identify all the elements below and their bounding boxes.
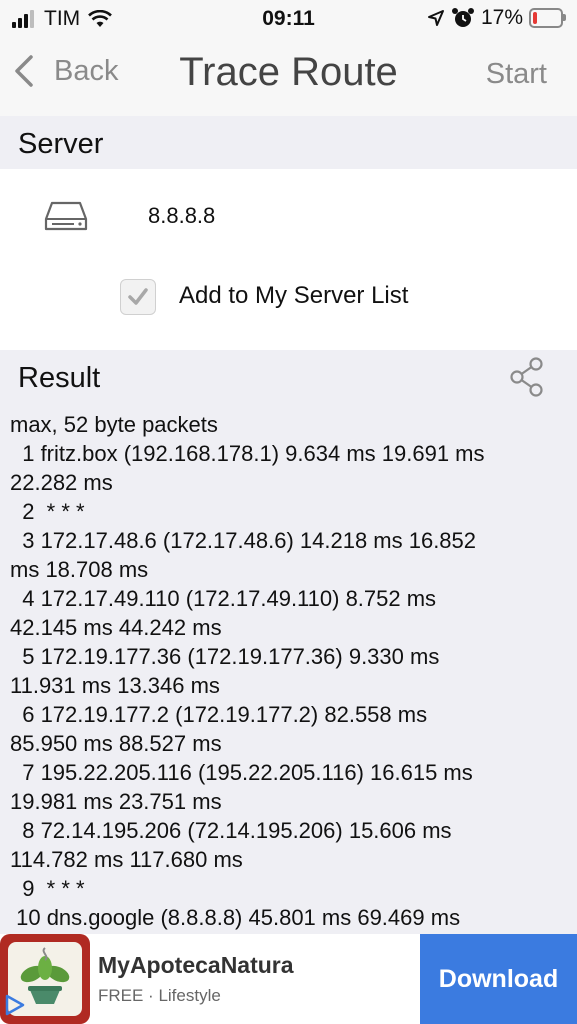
result-section-header: Result [0, 350, 577, 404]
ad-app-subtitle: FREE · Lifestyle [98, 986, 221, 1005]
result-line: 85.950 ms 88.527 ms [10, 731, 222, 756]
result-text: max, 52 byte packets 1 fritz.box (192.16… [10, 410, 570, 932]
add-to-server-list-checkbox[interactable] [120, 279, 156, 315]
server-drive-icon [44, 201, 88, 231]
ad-download-button[interactable]: Download [420, 934, 577, 1024]
adchoices-icon[interactable] [2, 992, 28, 1018]
share-icon[interactable] [509, 356, 545, 398]
result-section-title: Result [18, 362, 101, 394]
result-line: 8 72.14.195.206 (72.14.195.206) 15.606 m… [10, 818, 452, 843]
add-to-server-list-label[interactable]: Add to My Server List [179, 282, 408, 310]
result-line: 114.782 ms 117.680 ms [10, 847, 243, 872]
ad-app-name[interactable]: MyApotecaNatura [98, 952, 294, 979]
result-line: 9 * * * [10, 876, 85, 901]
battery-icon [529, 8, 566, 28]
result-line: 19.981 ms 23.751 ms [10, 789, 222, 814]
result-line: 22.282 ms [10, 470, 113, 495]
result-line: 3 172.17.48.6 (172.17.48.6) 14.218 ms 16… [10, 528, 477, 553]
result-output[interactable]: max, 52 byte packets 1 fritz.box (192.16… [0, 404, 577, 935]
battery-percent: 17% [480, 6, 523, 29]
result-line: 7 195.22.205.116 (195.22.205.116) 16.615… [10, 760, 473, 785]
battery-level [533, 12, 537, 24]
server-section-title: Server [18, 128, 104, 160]
result-line: 1 fritz.box (192.168.178.1) 9.634 ms 19.… [10, 441, 485, 466]
result-line: max, 52 byte packets [10, 412, 218, 437]
result-line: 6 172.19.177.2 (172.19.177.2) 82.558 ms [10, 702, 428, 727]
result-line: 11.931 ms 13.346 ms [10, 673, 220, 698]
server-address-input[interactable] [148, 203, 508, 229]
result-line: 5 172.19.177.36 (172.19.177.36) 9.330 ms [10, 644, 440, 669]
checkmark-icon [128, 288, 148, 305]
ad-banner[interactable]: MyApotecaNatura FREE · Lifestyle Downloa… [0, 934, 577, 1024]
alarm-icon [451, 8, 474, 27]
status-bar: TIM 09:11 17% [0, 0, 577, 38]
result-line: 2 * * * [10, 499, 85, 524]
result-line: 42.145 ms 44.242 ms [10, 615, 222, 640]
status-right: 17% [427, 6, 566, 30]
server-section-header: Server [0, 116, 577, 170]
result-line: ms 18.708 ms [10, 557, 149, 582]
start-button[interactable]: Start [486, 58, 547, 91]
location-arrow-icon [427, 10, 444, 26]
result-line: 4 172.17.49.110 (172.17.49.110) 8.752 ms [10, 586, 437, 611]
server-card: Add to My Server List [0, 169, 577, 350]
result-line: 10 dns.google (8.8.8.8) 45.801 ms 69.469… [10, 905, 461, 930]
navigation-bar: Back Trace Route Start [0, 38, 577, 117]
